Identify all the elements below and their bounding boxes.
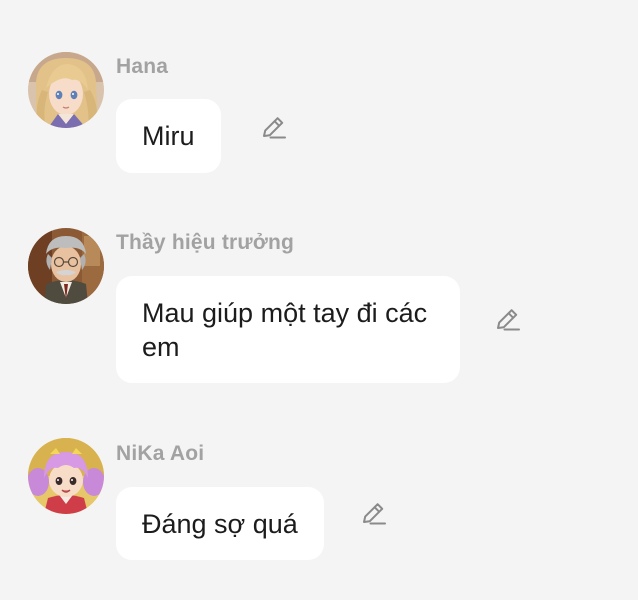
- blonde-girl-avatar-icon: [28, 52, 104, 128]
- pencil-edit-icon: [497, 309, 520, 331]
- sender-name: Thầy hiệu trưởng: [116, 231, 295, 254]
- edit-message-button[interactable]: [358, 499, 388, 529]
- avatar-nika-aoi[interactable]: [28, 438, 104, 514]
- edit-message-button[interactable]: [258, 113, 288, 143]
- avatar-hana[interactable]: [28, 52, 104, 128]
- pencil-edit-icon: [263, 117, 286, 139]
- sender-name: NiKa Aoi: [116, 442, 205, 465]
- old-principal-avatar-icon: [28, 228, 104, 304]
- pink-hair-girl-avatar-icon: [28, 438, 104, 514]
- message-bubble[interactable]: Miru: [116, 99, 221, 173]
- chat-thread: Hana Miru Thầy hiệu trưởng Mau giúp một …: [0, 0, 638, 600]
- sender-name: Hana: [116, 55, 169, 78]
- avatar-principal[interactable]: [28, 228, 104, 304]
- pencil-edit-icon: [363, 503, 386, 525]
- message-bubble[interactable]: Đáng sợ quá: [116, 487, 324, 560]
- message-bubble[interactable]: Mau giúp một tay đi các em: [116, 276, 460, 383]
- edit-message-button[interactable]: [492, 305, 522, 335]
